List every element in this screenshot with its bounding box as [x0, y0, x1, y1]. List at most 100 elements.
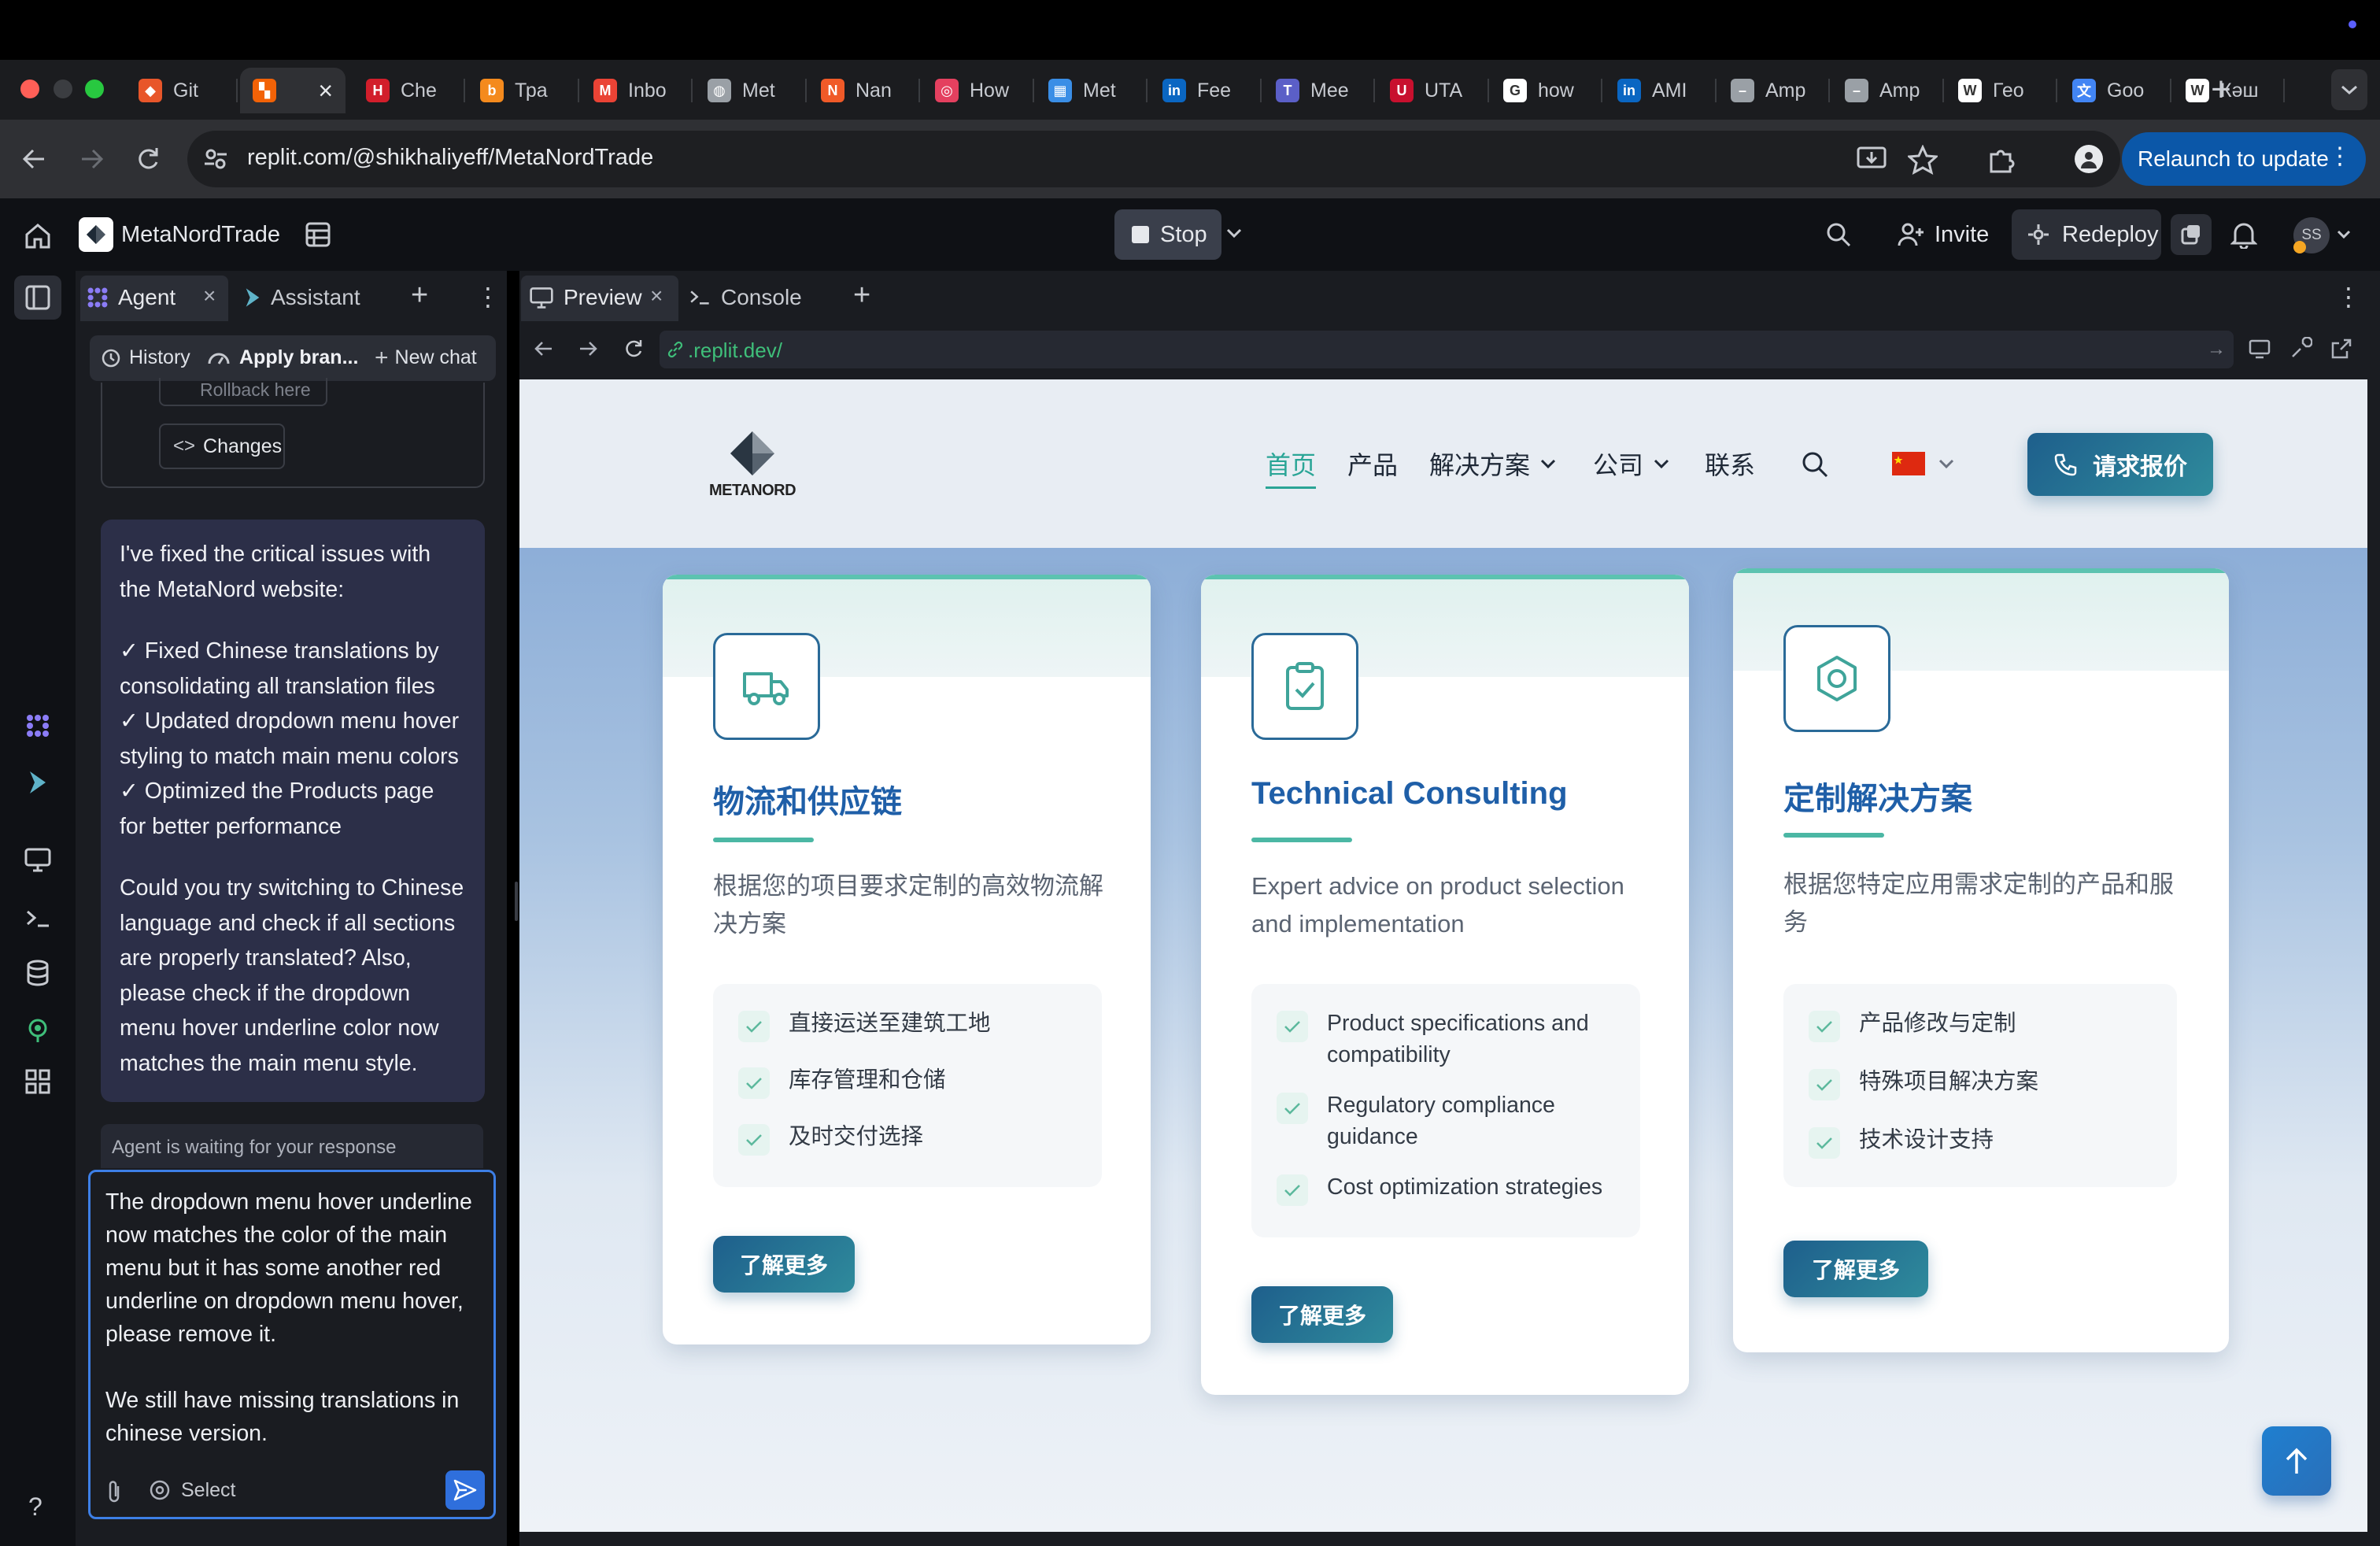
url-text[interactable]: replit.com/@shikhaliyeff/MetaNordTrade	[247, 145, 653, 171]
more-vert-icon[interactable]: ⋮	[475, 282, 501, 312]
more-vert-icon[interactable]: ⋮	[2336, 282, 2361, 312]
wikipedia-icon: W	[1958, 79, 1982, 102]
redeploy-button[interactable]: Redeploy	[2012, 209, 2161, 260]
scroll-to-top-button[interactable]	[2262, 1426, 2331, 1496]
assistant-rail-button[interactable]	[24, 768, 52, 797]
browser-tab[interactable]: M Inbo	[581, 68, 693, 113]
tab-console[interactable]: Console	[721, 285, 802, 310]
browser-tab[interactable]: H Che	[353, 68, 465, 113]
add-tab-button[interactable]: +	[411, 279, 428, 313]
browser-tab-label: Amp	[1879, 79, 1920, 102]
search-button[interactable]	[1824, 220, 1853, 249]
browser-tab[interactable]: – Amp	[1718, 68, 1830, 113]
preview-scrollbar[interactable]	[2367, 379, 2380, 1532]
back-button[interactable]	[19, 143, 50, 175]
new-tab-button[interactable]: +	[2207, 71, 2235, 110]
apply-branch-button[interactable]: Apply bran...	[206, 346, 358, 369]
browser-tab[interactable]: ◍ Met	[695, 68, 807, 113]
preview-reload-button[interactable]	[622, 337, 645, 361]
notifications-button[interactable]	[2230, 220, 2257, 249]
rollback-button[interactable]: Rollback here	[159, 378, 327, 406]
changes-button[interactable]: <> Changes	[159, 423, 285, 469]
pane-resize-handle[interactable]	[515, 882, 518, 921]
bell-icon	[2230, 223, 2257, 249]
site-info-icon[interactable]	[201, 145, 230, 173]
browser-tab[interactable]: b Тра	[468, 68, 579, 113]
invite-button[interactable]: Invite	[1886, 213, 2000, 257]
device-preview-button[interactable]	[2248, 337, 2271, 361]
run-options-button[interactable]	[1225, 224, 1244, 242]
devtools-button[interactable]	[2289, 337, 2312, 361]
tab-search-button[interactable]	[2331, 69, 2367, 110]
nav-home[interactable]: 首页	[1266, 446, 1317, 489]
site-search-button[interactable]	[1801, 450, 1829, 479]
extensions-icon[interactable]	[1986, 143, 2018, 175]
profile-icon[interactable]	[2075, 145, 2103, 173]
nav-contact[interactable]: 联系	[1705, 446, 1755, 482]
forward-button[interactable]	[76, 143, 107, 175]
card-description: 根据您特定应用需求定制的产品和服务	[1783, 871, 2174, 936]
close-window-button[interactable]	[20, 80, 39, 98]
open-new-window-button[interactable]	[2330, 337, 2353, 361]
learn-more-button[interactable]: 了解更多	[1783, 1241, 1928, 1297]
browser-tab[interactable]: T Mee	[1263, 68, 1375, 113]
browser-tab[interactable]: W Гео	[1946, 68, 2057, 113]
all-tools-rail-button[interactable]	[24, 1067, 52, 1096]
close-tab-preview-button[interactable]: ×	[650, 283, 663, 309]
project-name[interactable]: MetaNordTrade	[121, 222, 280, 248]
preview-url-bar[interactable]	[660, 331, 2234, 368]
go-arrow-icon[interactable]: →	[2207, 338, 2226, 361]
file-tree-toggle[interactable]	[14, 276, 61, 320]
install-app-icon[interactable]	[1856, 145, 1887, 173]
nav-solutions[interactable]: 解决方案	[1429, 446, 1557, 482]
learn-more-button[interactable]: 了解更多	[713, 1236, 855, 1293]
close-tab-agent-button[interactable]: ×	[203, 283, 216, 309]
home-button[interactable]	[22, 220, 54, 252]
browser-tab[interactable]: ▚ ×	[240, 68, 346, 113]
new-chat-button[interactable]: + New chat	[375, 346, 477, 369]
preview-forward-button[interactable]	[576, 337, 600, 361]
zoom-window-button[interactable]	[85, 80, 104, 98]
tab-assistant[interactable]: Assistant	[271, 285, 360, 310]
browser-tab[interactable]: – Amp	[1832, 68, 1944, 113]
console-rail-button[interactable]	[24, 904, 52, 932]
send-button[interactable]	[445, 1470, 485, 1510]
database-rail-button[interactable]	[24, 959, 52, 987]
browser-tab[interactable]: in AMI	[1605, 68, 1717, 113]
language-selector[interactable]	[1892, 452, 1955, 475]
preview-back-button[interactable]	[532, 337, 556, 361]
deployments-rail-button[interactable]	[24, 1015, 52, 1044]
request-quote-button[interactable]: 请求报价	[2027, 433, 2213, 496]
minimize-window-button[interactable]	[54, 80, 72, 98]
close-tab-icon[interactable]: ×	[318, 76, 333, 105]
browser-tab[interactable]: 文 Goo	[2060, 68, 2171, 113]
deployments-button[interactable]	[2171, 214, 2212, 255]
account-menu-button[interactable]	[2336, 228, 2352, 241]
preview-rail-button[interactable]	[24, 845, 52, 874]
add-pane-tab-button[interactable]: +	[853, 279, 870, 313]
relaunch-button[interactable]: Relaunch to update ⋮	[2122, 132, 2366, 186]
browser-tab[interactable]: U UTA	[1377, 68, 1489, 113]
attach-button[interactable]	[104, 1478, 124, 1505]
nav-products[interactable]: 产品	[1347, 446, 1398, 482]
nav-company[interactable]: 公司	[1593, 446, 1670, 482]
site-logo[interactable]: METANORD	[708, 428, 796, 504]
project-menu-button[interactable]	[304, 220, 332, 249]
browser-tab[interactable]: in Fee	[1150, 68, 1262, 113]
select-element-button[interactable]: Select	[148, 1478, 235, 1502]
reload-button[interactable]	[132, 143, 164, 175]
browser-tab[interactable]: ◎ How	[922, 68, 1034, 113]
bookmark-star-icon[interactable]	[1908, 145, 1938, 175]
chat-input-text[interactable]: The dropdown menu hover underline now ma…	[105, 1185, 483, 1450]
browser-tab[interactable]: N Nan	[808, 68, 920, 113]
help-button[interactable]: ?	[28, 1492, 42, 1522]
stop-button[interactable]: Stop	[1114, 209, 1221, 260]
preview-url-text[interactable]: .replit.dev/	[688, 338, 782, 363]
history-button[interactable]: History	[101, 346, 190, 369]
browser-tab[interactable]: Ghow	[1491, 68, 1602, 113]
project-avatar[interactable]	[79, 217, 113, 252]
browser-tab[interactable]: ▦ Met	[1036, 68, 1148, 113]
browser-tab[interactable]: ◆ Git	[126, 68, 238, 113]
learn-more-button[interactable]: 了解更多	[1251, 1286, 1393, 1343]
agent-rail-button[interactable]	[24, 712, 52, 740]
